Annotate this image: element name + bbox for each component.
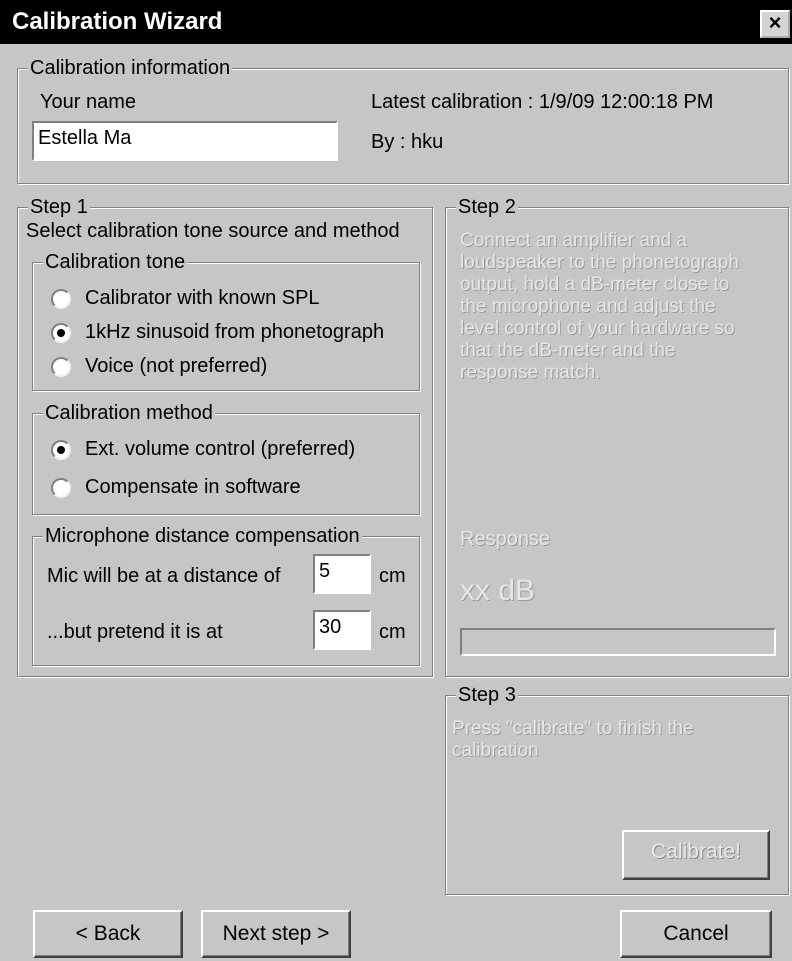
step2-line: that the dB-meter and the <box>460 340 676 361</box>
step3-line: calibration <box>452 740 539 761</box>
step2-line: the microphone and adjust the <box>460 296 716 317</box>
next-step-button[interactable]: Next step > <box>201 910 351 958</box>
close-button[interactable]: × <box>760 10 790 38</box>
step1-legend: Step 1 <box>28 196 90 219</box>
tone-calibrator-radio[interactable] <box>51 289 71 309</box>
calibration-method-group: Calibration method Ext. volume control (… <box>32 402 420 515</box>
step3-instructions: Press "calibrate" to finish the calibrat… <box>452 718 694 762</box>
calibrated-by-text: By : hku <box>371 131 444 153</box>
back-button-label: < Back <box>75 922 141 945</box>
response-level-bar <box>460 628 776 656</box>
calibration-info-group: Calibration information Your name Estell… <box>17 57 789 184</box>
step2-legend: Step 2 <box>456 196 518 219</box>
method-external-label[interactable]: Ext. volume control (preferred) <box>85 438 355 461</box>
back-button[interactable]: < Back <box>33 910 183 958</box>
step2-line: loudspeaker to the phonetograph <box>460 252 739 273</box>
calibrate-button[interactable]: Calibrate! <box>622 830 770 880</box>
close-icon: × <box>768 10 782 35</box>
step3-legend: Step 3 <box>456 684 518 707</box>
mic-distance-legend: Microphone distance compensation <box>43 525 362 548</box>
step2-line: output, hold a dB-meter close to <box>460 274 730 295</box>
cancel-button[interactable]: Cancel <box>620 910 772 958</box>
pretend-distance-value: 30 <box>319 616 342 638</box>
calibrate-button-label: Calibrate! <box>651 840 741 863</box>
step2-line: level control of your hardware so <box>460 318 735 339</box>
latest-calibration-text: Latest calibration : 1/9/09 12:00:18 PM <box>371 91 714 113</box>
calibration-dialog: Calibration information Your name Estell… <box>0 44 792 961</box>
step2-line: Connect an amplifier and a <box>460 230 688 251</box>
step1-group: Step 1 Select calibration tone source an… <box>17 196 433 677</box>
title-bar: Calibration Wizard × <box>0 0 792 44</box>
response-label: Response <box>460 528 551 550</box>
mic-distance-unit: cm <box>379 565 406 587</box>
tone-voice-radio[interactable] <box>51 357 71 377</box>
step2-line: response match. <box>460 362 601 383</box>
method-software-radio[interactable] <box>51 478 71 498</box>
step2-group: Step 2 Connect an amplifier and a loudsp… <box>445 196 789 677</box>
your-name-value: Estella Ma <box>38 127 132 149</box>
step1-intro: Select calibration tone source and metho… <box>26 220 400 242</box>
mic-distance-value: 5 <box>319 560 331 582</box>
step3-line: Press "calibrate" to finish the <box>452 718 694 739</box>
tone-sinusoid-label[interactable]: 1kHz sinusoid from phonetograph <box>85 321 384 344</box>
mic-distance-label: Mic will be at a distance of <box>47 565 281 587</box>
mic-distance-input[interactable]: 5 <box>313 554 371 594</box>
cancel-button-label: Cancel <box>663 922 729 945</box>
calibration-tone-legend: Calibration tone <box>43 251 188 274</box>
method-external-radio[interactable] <box>51 440 71 460</box>
calibration-info-legend: Calibration information <box>28 57 233 80</box>
pretend-distance-input[interactable]: 30 <box>313 610 371 650</box>
pretend-distance-unit: cm <box>379 621 406 643</box>
your-name-label: Your name <box>40 91 136 113</box>
your-name-input[interactable]: Estella Ma <box>32 121 338 161</box>
method-software-label[interactable]: Compensate in software <box>85 476 301 499</box>
next-step-button-label: Next step > <box>222 922 330 945</box>
step3-group: Step 3 Press "calibrate" to finish the c… <box>445 684 789 895</box>
tone-calibrator-label[interactable]: Calibrator with known SPL <box>85 287 320 310</box>
step2-instructions: Connect an amplifier and a loudspeaker t… <box>460 230 739 384</box>
pretend-distance-label: ...but pretend it is at <box>47 621 223 643</box>
calibration-method-legend: Calibration method <box>43 402 215 425</box>
tone-voice-label[interactable]: Voice (not preferred) <box>85 355 267 378</box>
tone-sinusoid-radio[interactable] <box>51 323 71 343</box>
window-title: Calibration Wizard <box>12 8 223 35</box>
mic-distance-group: Microphone distance compensation Mic wil… <box>32 525 420 666</box>
response-value: xx dB <box>460 574 536 607</box>
calibration-tone-group: Calibration tone Calibrator with known S… <box>32 251 420 391</box>
